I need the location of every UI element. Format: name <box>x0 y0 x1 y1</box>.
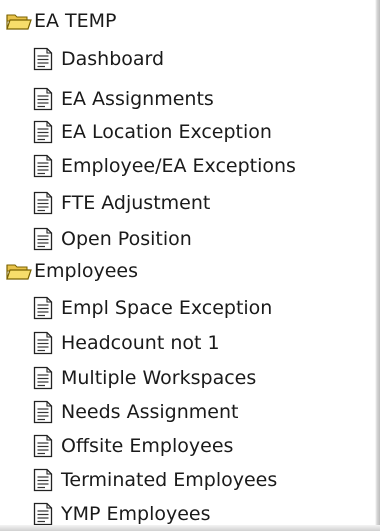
document-icon <box>33 468 53 492</box>
report-item-label: EA Location Exception <box>61 121 272 143</box>
folder-employees[interactable]: Employees <box>6 256 138 286</box>
report-item-terminated-employees[interactable]: Terminated Employees <box>33 465 277 495</box>
open-folder-icon <box>6 10 32 32</box>
report-item-fte-adjustment[interactable]: FTE Adjustment <box>33 188 210 218</box>
document-icon <box>33 227 53 251</box>
report-item-empl-space-exception[interactable]: Empl Space Exception <box>33 293 272 323</box>
document-icon <box>33 120 53 144</box>
document-icon <box>33 434 53 458</box>
report-item-label: EA Assignments <box>61 88 214 110</box>
document-icon <box>33 191 53 215</box>
report-tree: EA TEMP Dashboard EA Assignments EA Loca… <box>0 0 380 531</box>
document-icon <box>33 47 53 71</box>
report-item-label: Open Position <box>61 228 192 250</box>
report-item-ea-assignments[interactable]: EA Assignments <box>33 84 214 114</box>
report-item-label: Offsite Employees <box>61 435 234 457</box>
report-item-label: Employee/EA Exceptions <box>61 155 296 177</box>
report-item-employee-ea-exceptions[interactable]: Employee/EA Exceptions <box>33 151 296 181</box>
report-item-label: Empl Space Exception <box>61 297 273 319</box>
folder-ea-temp[interactable]: EA TEMP <box>6 6 117 36</box>
report-item-dashboard[interactable]: Dashboard <box>33 44 164 74</box>
report-item-needs-assignment[interactable]: Needs Assignment <box>33 397 238 427</box>
document-icon <box>33 400 53 424</box>
folder-label: Employees <box>34 260 138 282</box>
document-icon <box>33 87 53 111</box>
window-edge-bottom <box>0 525 380 531</box>
report-item-label: Dashboard <box>61 48 165 70</box>
document-icon <box>33 502 53 526</box>
report-item-label: Terminated Employees <box>61 469 278 491</box>
report-item-open-position[interactable]: Open Position <box>33 224 192 254</box>
folder-label: EA TEMP <box>34 10 117 32</box>
document-icon <box>33 154 53 178</box>
window-edge-right <box>375 0 380 531</box>
document-icon <box>33 296 53 320</box>
report-item-label: FTE Adjustment <box>61 192 211 214</box>
report-item-label: Multiple Workspaces <box>61 367 257 389</box>
document-icon <box>33 331 53 355</box>
report-item-label: Headcount not 1 <box>61 332 220 354</box>
document-icon <box>33 366 53 390</box>
report-item-headcount-not-1[interactable]: Headcount not 1 <box>33 328 220 358</box>
report-item-ea-location-exception[interactable]: EA Location Exception <box>33 117 272 147</box>
report-item-label: Needs Assignment <box>61 401 239 423</box>
report-item-multiple-workspaces[interactable]: Multiple Workspaces <box>33 363 256 393</box>
open-folder-icon <box>6 260 32 282</box>
report-item-offsite-employees[interactable]: Offsite Employees <box>33 431 233 461</box>
